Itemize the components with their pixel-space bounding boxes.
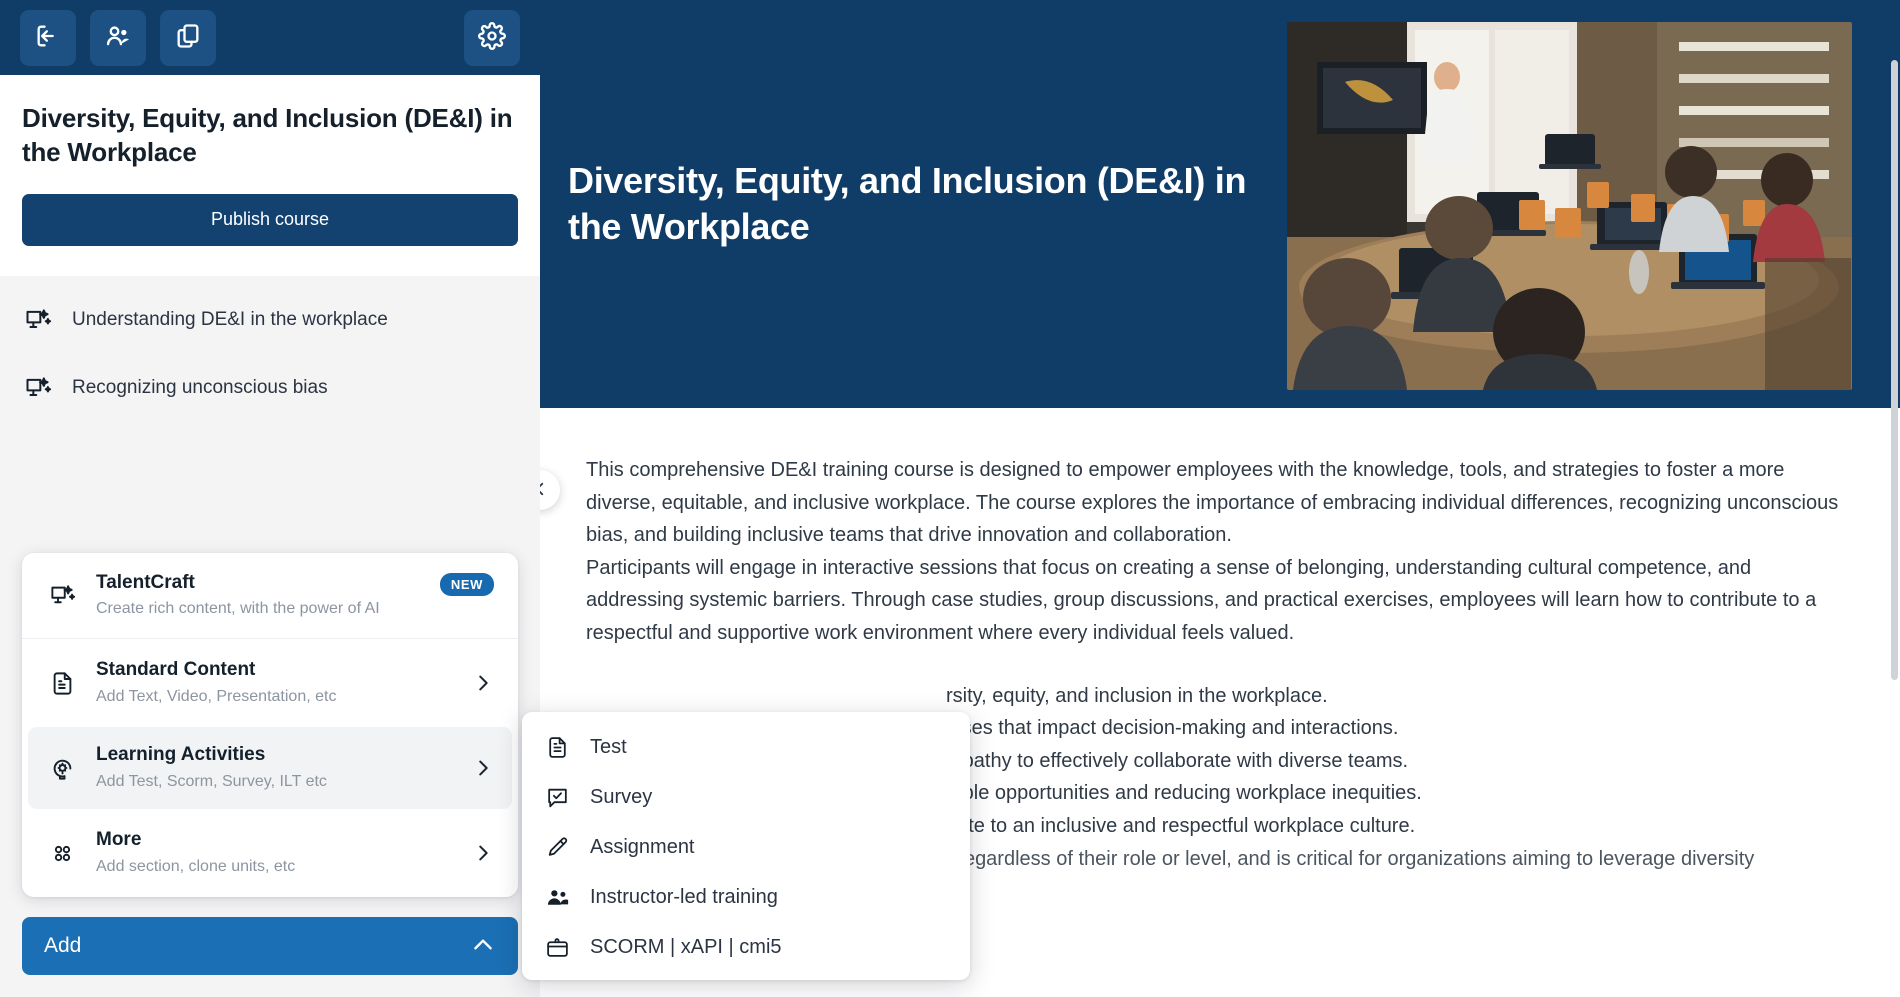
course-sidebar: Diversity, Equity, and Inclusion (DE&I) … (0, 0, 540, 997)
app-root: Diversity, Equity, and Inclusion (DE&I) … (0, 0, 1900, 997)
chevron-left-icon (540, 480, 549, 501)
add-option-title: More (96, 829, 142, 851)
add-option-text: Learning Activities Add Test, Scorm, Sur… (96, 743, 454, 793)
lesson-list: Understanding DE&I in the workplace Reco… (0, 276, 540, 422)
add-option-title: TalentCraft (96, 571, 195, 593)
add-option-subtitle: Create rich content, with the power of A… (96, 600, 380, 618)
exit-course-icon (34, 22, 62, 53)
status-badge: NEW (439, 572, 494, 596)
add-option-text: TalentCraft Create rich content, with th… (96, 571, 422, 621)
menu-item-label: Test (590, 735, 627, 758)
conference-room-illustration (1287, 22, 1852, 390)
head-gear-icon (46, 752, 78, 784)
menu-item-scorm[interactable]: SCORM | xAPI | cmi5 (522, 922, 970, 972)
clone-course-button[interactable] (160, 9, 216, 66)
exit-course-button[interactable] (20, 9, 76, 66)
menu-item-label: Assignment (590, 835, 695, 858)
menu-item-instructor-led-training[interactable]: Instructor-led training (522, 872, 970, 922)
objective-item-0: rsity, equity, and inclusion in the work… (946, 684, 1328, 707)
menu-item-label: Survey (590, 785, 653, 808)
lesson-item-1[interactable]: Recognizing unconscious bias (0, 354, 540, 422)
menu-item-label: Instructor-led training (590, 885, 778, 908)
page-title: Diversity, Equity, and Inclusion (DE&I) … (22, 103, 513, 168)
sidebar-header: Diversity, Equity, and Inclusion (DE&I) … (0, 75, 540, 276)
course-hero: Diversity, Equity, and Inclusion (DE&I) … (540, 0, 1900, 408)
learning-activities-menu: Test Survey Assignment Instructor-led tr… (522, 712, 970, 980)
talentcraft-screen-icon (24, 306, 52, 334)
chevron-right-icon (472, 757, 494, 779)
lesson-item-label: Recognizing unconscious bias (72, 376, 328, 398)
menu-item-survey[interactable]: Survey (522, 772, 970, 822)
users-icon (104, 22, 132, 53)
add-option-more[interactable]: More Add section, clone units, etc (28, 812, 512, 894)
description-paragraph-1: This comprehensive DE&I training course … (586, 459, 1839, 547)
pencil-icon (544, 834, 570, 860)
add-option-title: Standard Content (96, 659, 256, 681)
lesson-item-label: Understanding DE&I in the workplace (72, 308, 388, 330)
vertical-scrollbar[interactable] (1891, 60, 1898, 680)
copy-icon (174, 22, 202, 53)
add-option-subtitle: Add section, clone units, etc (96, 857, 296, 875)
document-icon (46, 667, 78, 699)
description-paragraph-2: Participants will engage in interactive … (586, 556, 1817, 644)
chevron-right-icon (472, 842, 494, 864)
chat-check-icon (544, 784, 570, 810)
add-option-talentcraft[interactable]: TalentCraft Create rich content, with th… (22, 553, 518, 640)
grid-dots-icon (46, 837, 78, 869)
gear-icon (478, 22, 506, 53)
talentcraft-screen-icon (46, 579, 78, 611)
add-content-panel: TalentCraft Create rich content, with th… (22, 552, 518, 897)
add-button[interactable]: Add (22, 917, 518, 975)
add-option-title: Learning Activities (96, 744, 266, 766)
course-settings-button[interactable] (464, 9, 520, 66)
sidebar-filler (0, 422, 540, 553)
sidebar-toolbar (0, 0, 540, 75)
chevron-up-icon (470, 932, 496, 961)
talentcraft-screen-icon (24, 374, 52, 402)
add-option-text: Standard Content Add Text, Video, Presen… (96, 658, 454, 708)
add-option-subtitle: Add Text, Video, Presentation, etc (96, 688, 337, 706)
chevron-right-icon (472, 672, 494, 694)
add-button-label: Add (44, 934, 82, 957)
hero-title: Diversity, Equity, and Inclusion (DE&I) … (568, 159, 1247, 247)
users-button[interactable] (90, 9, 146, 66)
publish-course-button[interactable]: Publish course (22, 193, 518, 246)
lesson-item-0[interactable]: Understanding DE&I in the workplace (0, 286, 540, 354)
package-icon (544, 934, 570, 960)
people-icon (544, 884, 570, 910)
add-option-standard-content[interactable]: Standard Content Add Text, Video, Presen… (28, 642, 512, 724)
document-lines-icon (544, 734, 570, 760)
add-option-text: More Add section, clone units, etc (96, 828, 454, 878)
menu-item-label: SCORM | xAPI | cmi5 (590, 935, 782, 958)
hero-image (1287, 22, 1852, 390)
menu-item-assignment[interactable]: Assignment (522, 822, 970, 872)
menu-item-test[interactable]: Test (522, 722, 970, 772)
add-option-subtitle: Add Test, Scorm, Survey, ILT etc (96, 772, 327, 790)
add-option-learning-activities[interactable]: Learning Activities Add Test, Scorm, Sur… (28, 727, 512, 810)
